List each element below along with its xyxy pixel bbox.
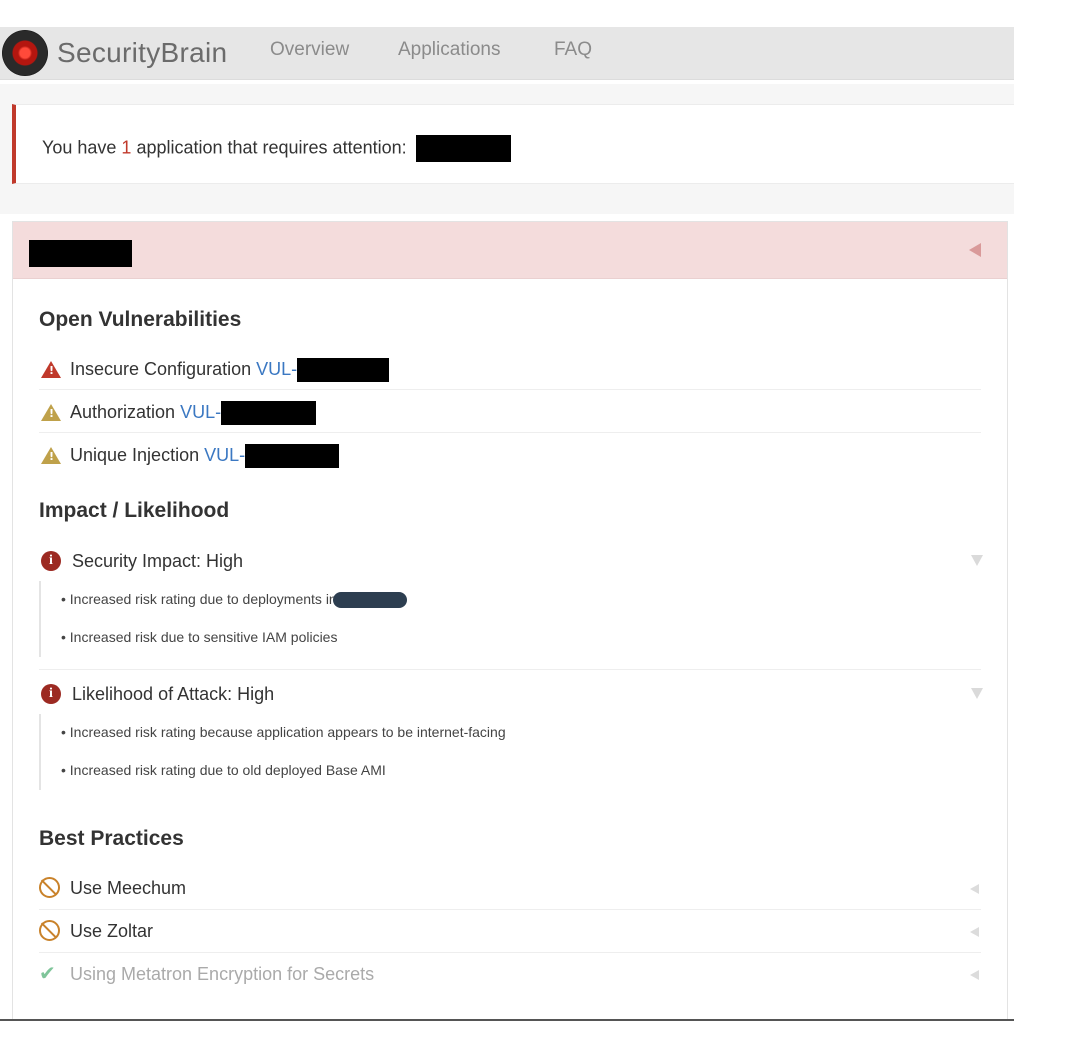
- best-practice-row[interactable]: ✔ Using Metatron Encryption for Secrets: [39, 953, 981, 996]
- expand-arrow-icon[interactable]: [970, 884, 979, 894]
- vulnerability-row: Unique Injection VUL-: [39, 433, 981, 476]
- check-icon: ✔: [39, 963, 56, 985]
- expand-arrow-icon[interactable]: [970, 970, 979, 980]
- redacted-app-name: [415, 135, 511, 162]
- ban-icon: [39, 877, 60, 898]
- section-title-best-practices: Best Practices: [39, 827, 184, 850]
- expand-toggle-icon[interactable]: [971, 555, 983, 566]
- likelihood-bullet: • Increased risk rating due to old deplo…: [61, 762, 386, 778]
- section-title-vulnerabilities: Open Vulnerabilities: [39, 308, 242, 331]
- collapse-arrow-icon[interactable]: [969, 243, 981, 257]
- vulnerability-link[interactable]: VUL-: [180, 402, 221, 422]
- brand-logo-icon[interactable]: [2, 30, 48, 76]
- vulnerability-link[interactable]: VUL-: [256, 359, 297, 379]
- impact-bullet: • Increased risk rating due to deploymen…: [61, 591, 407, 609]
- likelihood-bullet: • Increased risk rating because applicat…: [61, 724, 506, 740]
- best-practice-label: Using Metatron Encryption for Secrets: [70, 964, 375, 984]
- likelihood-bullets: [39, 714, 41, 790]
- security-impact-label: Security Impact: High: [72, 551, 244, 571]
- vulnerability-row: Insecure Configuration VUL-: [39, 347, 981, 390]
- redacted-vul-id: [245, 444, 340, 468]
- application-panel: Open Vulnerabilities Insecure Configurat…: [12, 221, 1008, 1021]
- redacted-app-title: [29, 240, 132, 267]
- expand-arrow-icon[interactable]: [970, 927, 979, 937]
- section-title-impact: Impact / Likelihood: [39, 499, 230, 522]
- nav-faq[interactable]: FAQ: [554, 39, 592, 61]
- alert-message: You have 1 application that requires att…: [42, 135, 511, 162]
- redacted-vul-id: [221, 401, 317, 425]
- likelihood-block: i Likelihood of Attack: High • Increased…: [39, 684, 983, 804]
- alert-count: 1: [121, 137, 132, 158]
- info-alert-icon: i: [41, 684, 61, 704]
- ban-icon: [39, 920, 60, 941]
- security-impact-block: i Security Impact: High • Increased risk…: [39, 551, 983, 671]
- nav-applications[interactable]: Applications: [398, 39, 500, 61]
- top-navbar: SecurityBrain Overview Applications FAQ: [0, 27, 1014, 80]
- bottom-border: [0, 1019, 1014, 1021]
- impact-bullet: • Increased risk due to sensitive IAM po…: [61, 629, 338, 645]
- warning-medium-icon: [41, 447, 61, 464]
- likelihood-label: Likelihood of Attack: High: [72, 684, 275, 704]
- warning-high-icon: [41, 361, 61, 378]
- panel-header[interactable]: [13, 222, 1007, 279]
- best-practice-row[interactable]: Use Meechum: [39, 867, 981, 910]
- expand-toggle-icon[interactable]: [971, 688, 983, 699]
- best-practice-label: Use Zoltar: [70, 921, 154, 941]
- brand-name[interactable]: SecurityBrain: [57, 37, 227, 69]
- best-practice-label: Use Meechum: [70, 878, 187, 898]
- info-alert-icon: i: [41, 551, 61, 571]
- nav-overview[interactable]: Overview: [270, 39, 349, 61]
- redacted-vul-id: [297, 358, 390, 382]
- attention-alert: You have 1 application that requires att…: [12, 104, 1014, 184]
- impact-bullets: [39, 581, 41, 657]
- divider: [39, 669, 981, 670]
- vulnerability-link[interactable]: VUL-: [204, 445, 245, 465]
- warning-medium-icon: [41, 404, 61, 421]
- redacted-region: [332, 592, 407, 609]
- vulnerability-row: Authorization VUL-: [39, 390, 981, 433]
- best-practice-row[interactable]: Use Zoltar: [39, 910, 981, 953]
